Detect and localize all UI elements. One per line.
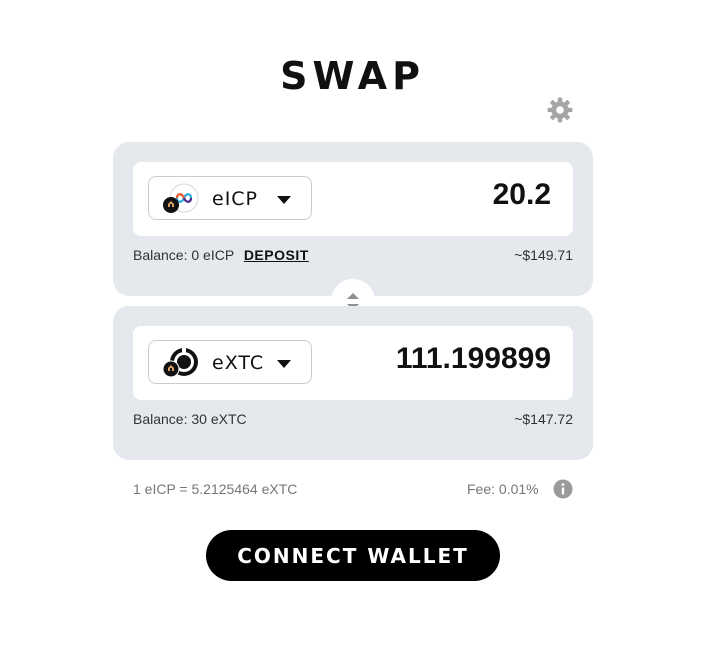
caret-down-icon <box>277 196 291 204</box>
from-token-selector[interactable]: eICP <box>148 176 312 220</box>
from-usd-value: ~$149.71 <box>514 247 573 263</box>
gear-icon[interactable] <box>547 97 573 123</box>
from-amount-input[interactable]: 20.2 <box>493 178 551 212</box>
from-balance-text: Balance: 0 eICP <box>133 247 234 263</box>
fee-label: Fee: 0.01% <box>467 481 539 497</box>
from-balance: Balance: 0 eICP DEPOSIT <box>133 247 309 263</box>
page-title: SWAP <box>280 54 425 98</box>
to-input-box: eXTC 111.199899 <box>133 326 573 400</box>
to-usd-value: ~$147.72 <box>514 411 573 427</box>
connect-wallet-button[interactable]: CONNECT WALLET <box>206 530 500 581</box>
info-icon[interactable] <box>553 479 573 499</box>
from-panel: eICP 20.2 Balance: 0 eICP DEPOSIT ~$149.… <box>113 142 593 296</box>
from-input-box: eICP 20.2 <box>133 162 573 236</box>
extc-token-icon <box>162 347 198 378</box>
exchange-rate: 1 eICP = 5.2125464 eXTC <box>133 481 298 497</box>
to-token-label: eXTC <box>212 352 265 374</box>
to-balance: Balance: 30 eXTC <box>133 411 247 427</box>
to-panel: eXTC 111.199899 Balance: 30 eXTC ~$147.7… <box>113 306 593 460</box>
to-token-selector[interactable]: eXTC <box>148 340 312 384</box>
eicp-token-icon <box>163 183 199 213</box>
to-amount-output[interactable]: 111.199899 <box>396 342 551 376</box>
deposit-link[interactable]: DEPOSIT <box>244 247 309 263</box>
from-token-label: eICP <box>212 188 259 210</box>
caret-down-icon <box>277 360 291 368</box>
